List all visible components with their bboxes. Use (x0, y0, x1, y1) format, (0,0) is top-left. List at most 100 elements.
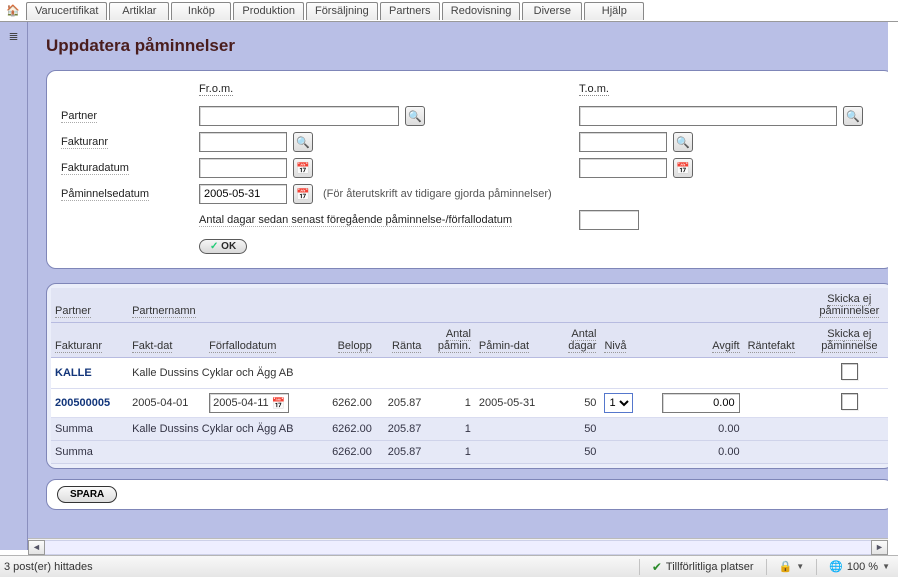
save-panel: SPARA (46, 479, 888, 510)
fakturadatum-from-input[interactable] (199, 158, 287, 178)
status-left: 3 post(er) hittades (4, 561, 93, 573)
sum2-antal-pamin: 1 (425, 441, 475, 464)
search-icon[interactable]: 🔍 (293, 132, 313, 152)
tab-varucertifikat[interactable]: Varucertifikat (26, 2, 107, 20)
partner-to-input[interactable] (579, 106, 837, 126)
sum1-antal-pamin: 1 (425, 418, 475, 441)
scroll-right-icon[interactable]: ► (871, 540, 888, 555)
row-forfallo-picker[interactable]: 2005-04-11 📅 (209, 393, 289, 413)
sum2-antal-dagar: 50 (554, 441, 600, 464)
to-header: T.o.m. (579, 83, 609, 96)
group-skicka-checkbox[interactable] (841, 363, 858, 380)
main-area: Uppdatera påminnelser Partner Fakturanr … (28, 22, 888, 542)
filter-panel: Partner Fakturanr Fakturadatum Påminnels… (46, 70, 888, 269)
chevron-down-icon[interactable]: ▼ (882, 562, 890, 571)
calendar-icon[interactable]: 📅 (272, 397, 286, 410)
list-icon[interactable]: ≣ (8, 30, 18, 550)
col-fakt-dat: Fakt-dat (132, 340, 172, 353)
col-fakturanr: Fakturanr (55, 340, 102, 353)
row-antal-pamin: 1 (425, 389, 475, 418)
home-icon[interactable]: 🏠 (2, 1, 24, 21)
paminnelse-hint: (För återutskrift av tidigare gjorda påm… (323, 188, 552, 200)
col-skicka-ej-paminnelse: Skicka ej påminnelse (821, 328, 877, 353)
row-skicka-checkbox[interactable] (841, 393, 858, 410)
calendar-icon[interactable]: 📅 (293, 158, 313, 178)
row-fakt-dat: 2005-04-01 (128, 389, 205, 418)
page-title: Uppdatera påminnelser (46, 36, 888, 56)
partner-from-input[interactable] (199, 106, 399, 126)
sum1-avgift: 0.00 (644, 418, 743, 441)
search-icon[interactable]: 🔍 (843, 106, 863, 126)
col-skicka-ej-paminnelser: Skicka ej påminnelser (819, 293, 879, 318)
tab-inkop[interactable]: Inköp (171, 2, 231, 20)
left-rail: ≣ (0, 22, 28, 550)
globe-icon: 🌐 (829, 560, 843, 573)
scroll-track[interactable] (45, 540, 871, 555)
label-partner: Partner (61, 110, 97, 123)
sum1-belopp: 6262.00 (315, 418, 376, 441)
col-belopp: Belopp (338, 340, 372, 353)
sum2-belopp: 6262.00 (315, 441, 376, 464)
tab-artiklar[interactable]: Artiklar (109, 2, 169, 20)
horizontal-scrollbar[interactable]: ◄ ► (28, 538, 888, 555)
scroll-left-icon[interactable]: ◄ (28, 540, 45, 555)
row-antal-dagar: 50 (554, 389, 600, 418)
row-pamin-dat: 2005-05-31 (475, 389, 554, 418)
save-button[interactable]: SPARA (57, 486, 117, 503)
status-bar: 3 post(er) hittades ✔ Tillförlitliga pla… (0, 555, 898, 577)
col-niva: Nivå (604, 340, 626, 353)
niva-select[interactable]: 1 (604, 393, 633, 413)
group-partner[interactable]: KALLE (55, 367, 92, 379)
status-zoom: 100 % (847, 561, 878, 573)
group-name: Kalle Dussins Cyklar och Ägg AB (128, 358, 810, 389)
col-partner: Partner (55, 305, 91, 318)
label-fakturadatum: Fakturadatum (61, 162, 129, 175)
calendar-icon[interactable]: 📅 (293, 184, 313, 204)
sum2-label: Summa (51, 441, 128, 464)
calendar-icon[interactable]: 📅 (673, 158, 693, 178)
fakturanr-from-input[interactable] (199, 132, 287, 152)
group-row: KALLE Kalle Dussins Cyklar och Ägg AB (51, 358, 888, 389)
results-panel: Partner Partnernamn Skicka ej påminnelse… (46, 283, 888, 469)
from-header: Fr.o.m. (199, 83, 233, 96)
sum1-ranta: 205.87 (376, 418, 426, 441)
tab-hjalp[interactable]: Hjälp (584, 2, 644, 20)
ok-button[interactable]: OK (199, 239, 247, 254)
col-partnernamn: Partnernamn (132, 305, 196, 318)
sum2-avgift: 0.00 (644, 441, 743, 464)
tab-partners[interactable]: Partners (380, 2, 440, 20)
row-belopp: 6262.00 (315, 389, 376, 418)
col-antal-pamin: Antal påmin. (438, 328, 471, 353)
label-antal-dagar: Antal dagar sedan senast föregående påmi… (199, 214, 512, 227)
label-paminnelsedatum: Påminnelsedatum (61, 188, 149, 201)
col-antal-dagar: Antal dagar (568, 328, 596, 353)
search-icon[interactable]: 🔍 (405, 106, 425, 126)
avgift-input[interactable] (662, 393, 740, 413)
tab-forsaljning[interactable]: Försäljning (306, 2, 378, 20)
col-ranta: Ränta (392, 340, 421, 353)
label-fakturanr: Fakturanr (61, 136, 108, 149)
col-avgift: Avgift (712, 340, 739, 353)
fakturanr-to-input[interactable] (579, 132, 667, 152)
antal-dagar-input[interactable] (579, 210, 639, 230)
tab-diverse[interactable]: Diverse (522, 2, 582, 20)
fakturadatum-to-input[interactable] (579, 158, 667, 178)
sum1-name: Kalle Dussins Cyklar och Ägg AB (128, 418, 315, 441)
paminnelsedatum-input[interactable] (199, 184, 287, 204)
tab-redovisning[interactable]: Redovisning (442, 2, 521, 20)
status-trust: Tillförlitliga platser (666, 561, 754, 573)
header-row-1: Partner Partnernamn Skicka ej påminnelse… (51, 288, 888, 323)
row-fakturanr[interactable]: 200500005 (55, 397, 110, 409)
chevron-down-icon[interactable]: ▼ (796, 562, 804, 571)
table-row: 200500005 2005-04-01 2005-04-11 📅 6262.0… (51, 389, 888, 418)
sum-row-total: Summa 6262.00 205.87 1 50 0.00 (51, 441, 888, 464)
sum2-ranta: 205.87 (376, 441, 426, 464)
tab-produktion[interactable]: Produktion (233, 2, 304, 20)
top-tabs: 🏠 Varucertifikat Artiklar Inköp Produkti… (0, 0, 898, 22)
col-rantefakt: Räntefakt (748, 340, 795, 353)
sum1-antal-dagar: 50 (554, 418, 600, 441)
col-forfallo: Förfallodatum (209, 340, 276, 353)
sum1-label: Summa (51, 418, 128, 441)
header-row-2: Fakturanr Fakt-dat Förfallodatum Belopp … (51, 323, 888, 358)
search-icon[interactable]: 🔍 (673, 132, 693, 152)
